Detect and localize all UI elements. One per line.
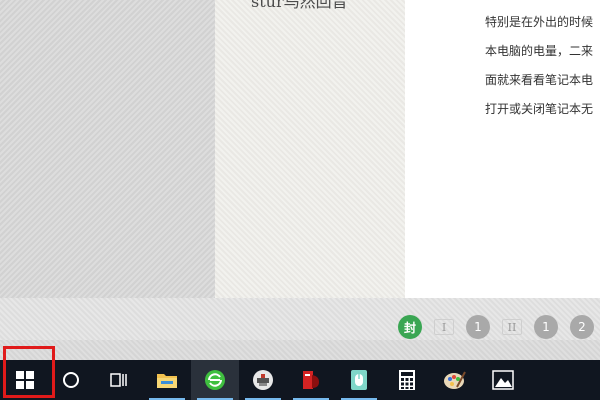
cortana-search-button[interactable]: [47, 360, 95, 400]
photo-tool-button[interactable]: [239, 360, 287, 400]
paint-palette-icon: [444, 371, 466, 389]
task-view-icon: [110, 373, 127, 387]
cortana-circle-icon: [63, 372, 79, 388]
calculator-icon: [399, 370, 415, 390]
page-1b-button[interactable]: 1: [534, 315, 558, 339]
page-1-button[interactable]: 1: [466, 315, 490, 339]
page-cover-button[interactable]: 封: [398, 315, 422, 339]
browser-button[interactable]: [191, 360, 239, 400]
pdf-reader-button[interactable]: [287, 360, 335, 400]
page-2-button[interactable]: 2: [570, 315, 594, 339]
windows-logo-icon: [16, 371, 34, 389]
paint-button[interactable]: [431, 360, 479, 400]
green-browser-icon: [205, 370, 225, 390]
start-button[interactable]: [3, 360, 47, 400]
mouse-app-button[interactable]: [335, 360, 383, 400]
document-sidebar: stur鸟然回音: [215, 0, 406, 298]
photos-mountain-icon: [492, 370, 514, 390]
page-roman-2-button[interactable]: II: [502, 319, 522, 335]
mouse-icon: [351, 370, 367, 390]
photos-button[interactable]: [479, 360, 527, 400]
taskbar: [0, 360, 600, 400]
page-navigation: 封 I 1 II 1 2: [398, 314, 594, 340]
calculator-button[interactable]: [383, 360, 431, 400]
page-roman-1-button[interactable]: I: [434, 319, 454, 335]
paragraph-line: 面就来看看笔记本电: [485, 73, 594, 87]
file-explorer-button[interactable]: [143, 360, 191, 400]
task-view-button[interactable]: [95, 360, 143, 400]
folder-icon: [157, 374, 177, 388]
paragraph-line: 打开或关闭笔记本无: [485, 102, 594, 116]
paragraph-line: 特别是在外出的时候: [485, 15, 594, 29]
tool-icon: [253, 370, 273, 390]
paragraph-line: 本电脑的电量，二来: [485, 44, 594, 58]
pdf-reader-icon: [303, 371, 319, 389]
sidebar-title: stur鸟然回音: [251, 0, 348, 11]
document-content: 特别是在外出的时候 本电脑的电量，二来 面就来看看笔记本电 打开或关闭笔记本无: [405, 0, 600, 298]
left-background: [0, 0, 215, 298]
screen: stur鸟然回音 特别是在外出的时候 本电脑的电量，二来 面就来看看笔记本电 打…: [0, 0, 600, 400]
